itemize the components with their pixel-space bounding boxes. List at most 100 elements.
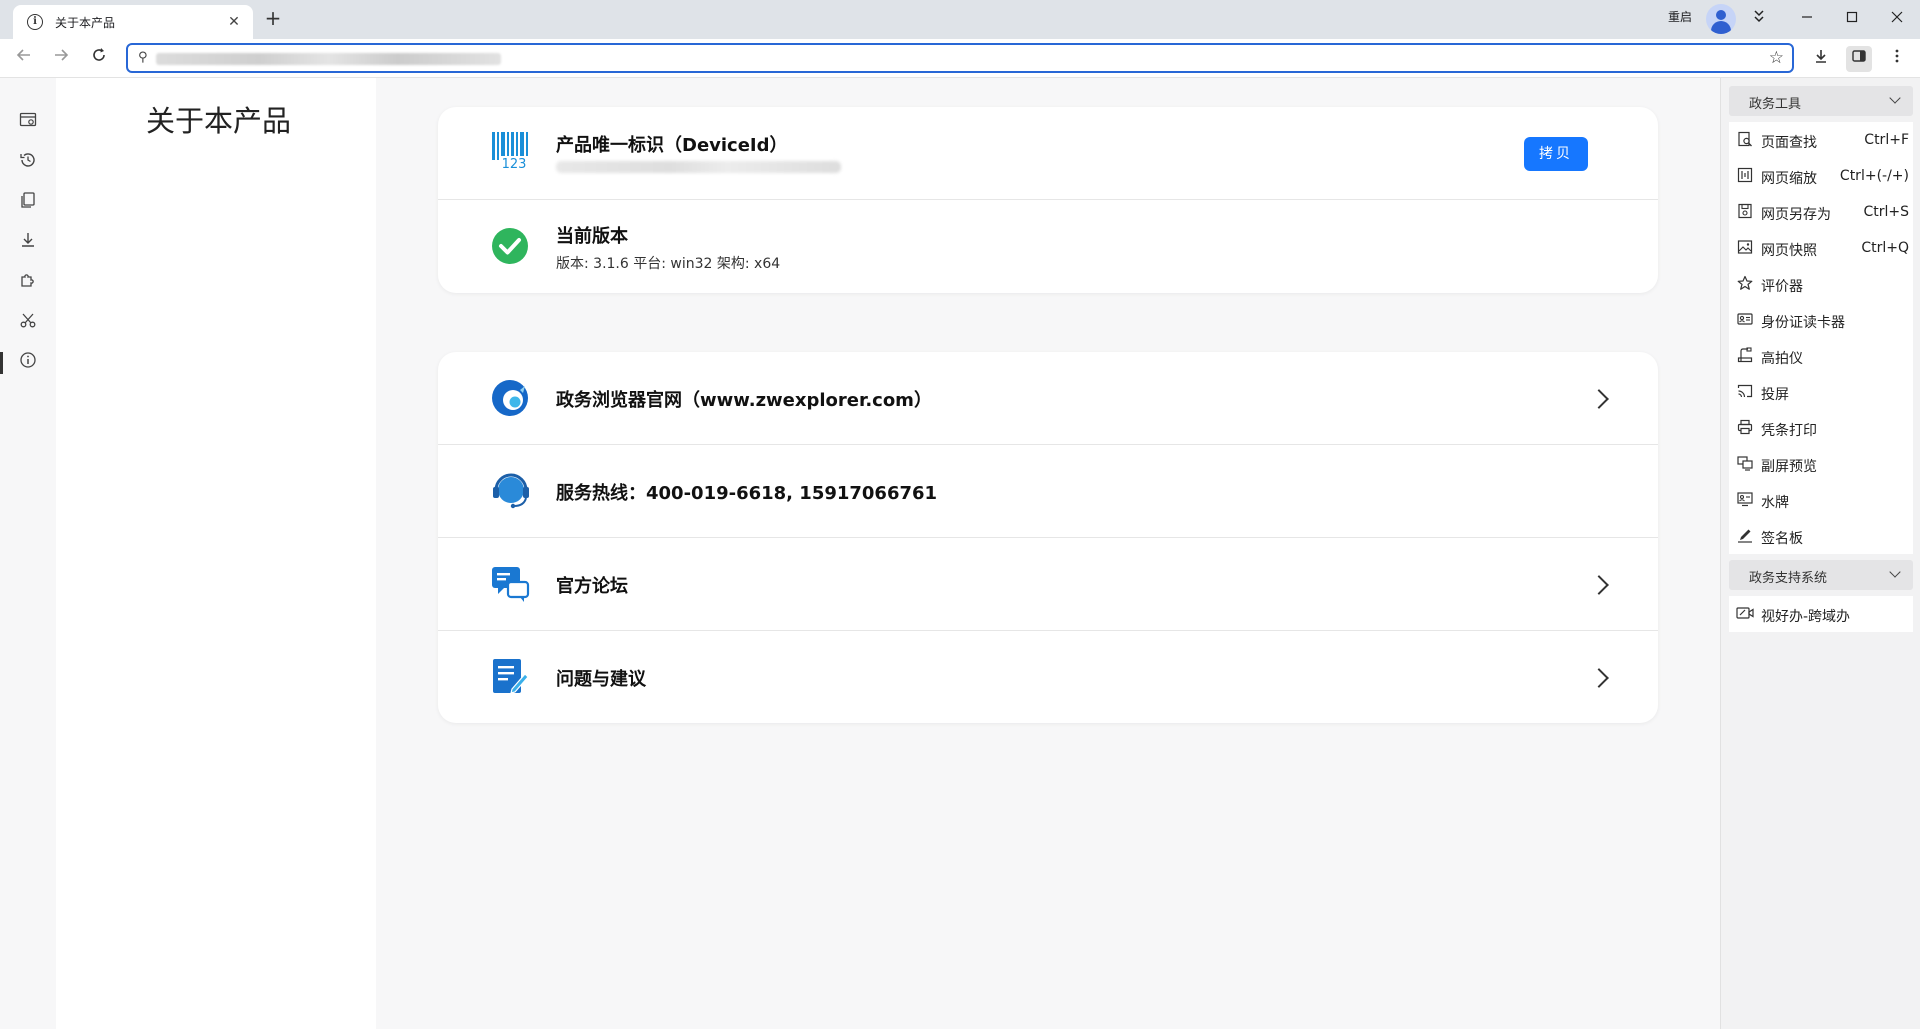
forum-row[interactable]: 官方论坛	[438, 538, 1658, 631]
history-icon[interactable]	[17, 151, 39, 173]
pen-icon	[1735, 527, 1755, 545]
restart-button[interactable]: 重启	[1668, 8, 1692, 25]
tool-shortcut: Ctrl+S	[1863, 204, 1909, 220]
tool-label: 签名板	[1761, 531, 1803, 547]
chevron-down-icon	[1889, 92, 1901, 104]
cast-icon	[1735, 383, 1755, 401]
snapshot-icon	[1735, 239, 1755, 257]
section-gov-support[interactable]: 政务支持系统	[1729, 560, 1913, 590]
minimize-button[interactable]	[1794, 6, 1820, 32]
feedback-link[interactable]: 问题与建议	[556, 665, 646, 691]
avatar[interactable]	[1706, 4, 1736, 34]
tool-label: 网页缩放	[1761, 171, 1817, 187]
tool-secondary-screen[interactable]: 副屏预览	[1729, 446, 1913, 482]
title-bar: i 关于本产品 ✕ + 重启	[0, 0, 1920, 39]
maximize-button[interactable]	[1839, 6, 1865, 32]
tool-label: 高拍仪	[1761, 351, 1803, 367]
downloads-icon[interactable]	[17, 231, 39, 253]
version-title: 当前版本	[556, 226, 628, 247]
side-panel-button[interactable]	[1846, 46, 1872, 72]
gov-tools-list: 页面查找 Ctrl+F 网页缩放 Ctrl+(-/+) 网页另存为 Ctrl+S…	[1729, 122, 1913, 554]
tool-shortcut: Ctrl+(-/+)	[1839, 168, 1909, 184]
video-service-icon	[1735, 605, 1755, 623]
back-button[interactable]	[11, 46, 37, 72]
toolbar: ⚲ ☆	[0, 39, 1920, 78]
tool-shortcut: Ctrl+F	[1864, 132, 1909, 148]
hotline-row: 服务热线：400-019-6618, 15917066761	[438, 445, 1658, 538]
tool-snapshot[interactable]: 网页快照 Ctrl+Q	[1729, 230, 1913, 266]
about-info-icon[interactable]	[17, 351, 39, 373]
check-circle-icon	[492, 228, 528, 264]
section-gov-tools[interactable]: 政务工具	[1729, 86, 1913, 116]
id-card-icon	[1735, 311, 1755, 329]
official-site-row[interactable]: 政务浏览器官网（www.zwexplorer.com）	[438, 352, 1658, 445]
product-info-card: 123 产品唯一标识（DeviceId） 拷贝 当前版本 版本: 3.1.6 平…	[438, 107, 1658, 293]
forward-button[interactable]	[48, 46, 74, 72]
nameplate-icon	[1735, 491, 1755, 509]
new-tab-button[interactable]: +	[262, 8, 284, 30]
address-bar[interactable]: ⚲ ☆	[126, 43, 1794, 73]
address-redacted	[156, 53, 501, 65]
key-icon: ⚲	[138, 50, 148, 65]
bookmarks-icon[interactable]	[17, 191, 39, 213]
zoom-icon	[1735, 167, 1755, 185]
tool-label: 网页快照	[1761, 243, 1817, 259]
device-id-row: 123 产品唯一标识（DeviceId） 拷贝	[438, 107, 1658, 200]
section-label: 政务工具	[1749, 97, 1802, 112]
chat-bubbles-icon	[492, 567, 530, 602]
tool-page-search[interactable]: 页面查找 Ctrl+F	[1729, 122, 1913, 158]
dual-screen-icon	[1735, 455, 1755, 473]
tool-signature-pad[interactable]: 签名板	[1729, 518, 1913, 554]
tool-cast[interactable]: 投屏	[1729, 374, 1913, 410]
tool-label: 副屏预览	[1761, 459, 1817, 475]
close-tab-icon[interactable]: ✕	[225, 14, 243, 30]
version-detail: 版本: 3.1.6 平台: win32 架构: x64	[556, 256, 781, 272]
download-button[interactable]	[1808, 46, 1834, 72]
page-title: 关于本产品	[146, 104, 292, 138]
tool-nameplate[interactable]: 水牌	[1729, 482, 1913, 518]
left-panel: 关于本产品	[56, 78, 376, 1029]
tool-shortcut: Ctrl+Q	[1861, 240, 1909, 256]
browser-logo-icon	[492, 380, 528, 416]
reload-button[interactable]	[86, 46, 112, 72]
settings-window-icon[interactable]	[17, 111, 39, 133]
avatar-head	[1716, 10, 1726, 20]
save-as-icon	[1735, 203, 1755, 221]
tool-video-service[interactable]: 视好办-跨域办	[1729, 596, 1913, 632]
official-site-link[interactable]: 政务浏览器官网（www.zwexplorer.com）	[556, 386, 932, 412]
tab-about[interactable]: i 关于本产品 ✕	[13, 5, 253, 39]
hotline-text: 服务热线：400-019-6618, 15917066761	[556, 483, 938, 504]
tools-scissors-icon[interactable]	[17, 311, 39, 333]
close-window-button[interactable]	[1884, 6, 1910, 32]
tool-evaluator[interactable]: 评价器	[1729, 266, 1913, 302]
tool-label: 网页另存为	[1761, 207, 1831, 223]
forum-link[interactable]: 官方论坛	[556, 572, 628, 598]
collapse-icon[interactable]	[1746, 6, 1772, 32]
copy-button[interactable]: 拷贝	[1524, 137, 1588, 171]
version-row: 当前版本 版本: 3.1.6 平台: win32 架构: x64	[438, 200, 1658, 293]
tool-page-zoom[interactable]: 网页缩放 Ctrl+(-/+)	[1729, 158, 1913, 194]
tool-label: 视好办-跨域办	[1761, 609, 1851, 625]
gov-support-list: 视好办-跨域办	[1729, 596, 1913, 632]
links-card: 政务浏览器官网（www.zwexplorer.com） 服务热线：400-019…	[438, 352, 1658, 723]
extensions-icon[interactable]	[17, 271, 39, 293]
tool-label: 身份证读卡器	[1761, 315, 1845, 331]
document-camera-icon	[1735, 347, 1755, 365]
feedback-row[interactable]: 问题与建议	[438, 631, 1658, 723]
chevron-down-icon	[1889, 566, 1901, 578]
rail-active-indicator	[0, 352, 3, 374]
tool-label: 评价器	[1761, 279, 1803, 295]
svg-text:123: 123	[502, 157, 527, 170]
chevron-right-icon	[1589, 668, 1609, 688]
device-id-value-redacted	[556, 161, 841, 173]
tool-id-card-reader[interactable]: 身份证读卡器	[1729, 302, 1913, 338]
info-icon: i	[27, 14, 43, 30]
tool-save-as[interactable]: 网页另存为 Ctrl+S	[1729, 194, 1913, 230]
tool-receipt-print[interactable]: 凭条打印	[1729, 410, 1913, 446]
side-rail	[0, 78, 56, 1029]
tool-label: 页面查找	[1761, 135, 1817, 151]
menu-button[interactable]	[1884, 46, 1910, 72]
tool-document-camera[interactable]: 高拍仪	[1729, 338, 1913, 374]
bookmark-star-icon[interactable]: ☆	[1769, 48, 1784, 68]
avatar-body	[1711, 21, 1731, 34]
